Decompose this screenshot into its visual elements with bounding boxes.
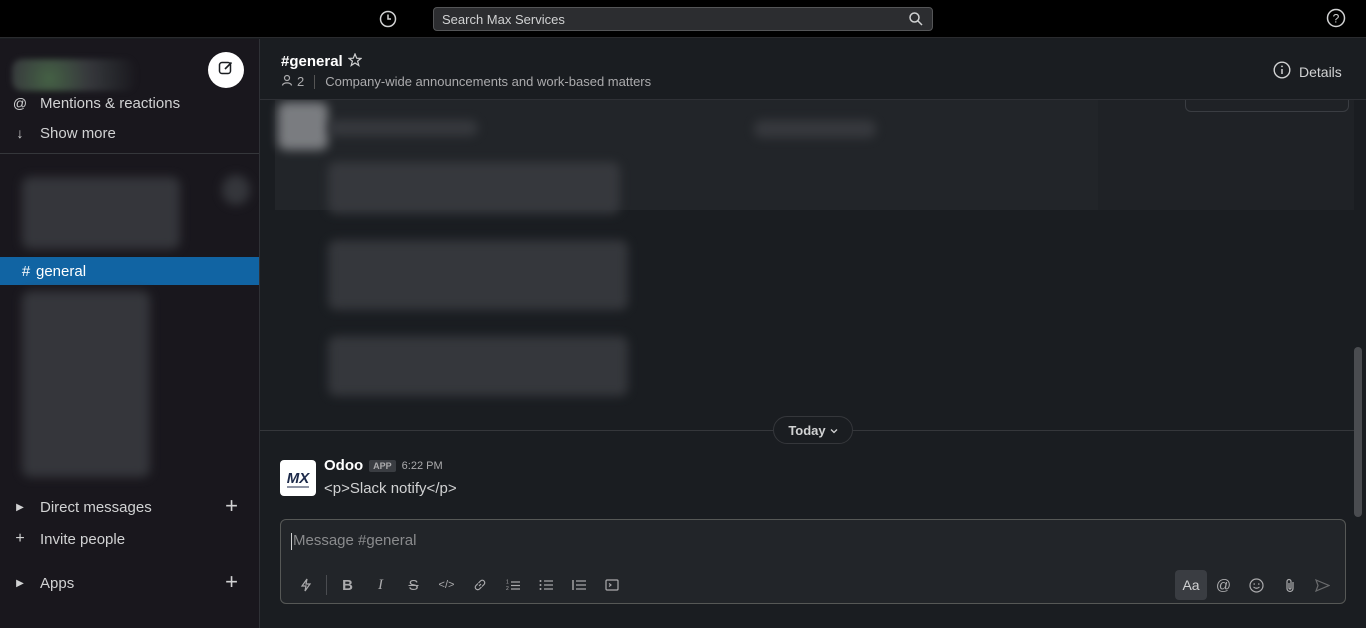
details-button[interactable]: Details (1273, 61, 1342, 82)
avatar-logo-text: MX (287, 470, 310, 487)
history-icon[interactable] (377, 8, 399, 30)
toolbar-separator (326, 575, 327, 595)
sender-name[interactable]: Odoo (324, 457, 363, 474)
details-label: Details (1299, 63, 1342, 80)
caret-right-icon: ▶ (16, 577, 24, 589)
sidebar-item-show-more[interactable]: ↓ Show more (0, 119, 259, 147)
sidebar-divider (0, 153, 259, 154)
section-label: Apps (40, 574, 75, 592)
date-label: Today (788, 422, 826, 438)
text-cursor (291, 532, 292, 550)
sidebar-invite-people[interactable]: + Invite people (0, 525, 259, 553)
channel-hash-icon: # (21, 262, 31, 280)
mention-icon[interactable]: @ (1207, 570, 1240, 600)
section-label: Direct messages (40, 498, 152, 516)
arrow-down-icon: ↓ (16, 125, 24, 141)
message-item[interactable]: MX Odoo APP 6:22 PM <p>Slack notify</p> (280, 457, 1340, 501)
caret-right-icon: ▶ (16, 501, 24, 513)
redacted-avatar (278, 102, 328, 150)
history-side-area (1098, 100, 1354, 210)
info-icon (1273, 61, 1291, 82)
sidebar-section-apps[interactable]: ▶ Apps + (0, 569, 259, 597)
redacted-channels (22, 177, 180, 249)
star-icon[interactable] (347, 52, 363, 72)
message-composer[interactable]: Message #general B I S </> 12 Aa @ (280, 519, 1346, 604)
shortcuts-icon[interactable] (289, 570, 322, 600)
composer-actions: Aa @ (1175, 570, 1339, 600)
meta-separator (314, 74, 316, 89)
message-history-redacted (260, 100, 1354, 430)
redacted-text (754, 120, 876, 138)
sidebar: @ Mentions & reactions ↓ Show more # gen… (0, 39, 260, 628)
message-body: <p>Slack notify</p> (324, 480, 457, 497)
bulleted-list-icon[interactable] (529, 570, 562, 600)
strikethrough-icon[interactable]: S (397, 570, 430, 600)
app-badge: APP (369, 459, 396, 472)
svg-text:2: 2 (506, 586, 509, 591)
help-icon[interactable]: ? (1326, 8, 1348, 30)
channel-topic[interactable]: Company-wide announcements and work-base… (325, 74, 651, 89)
channel-label: general (36, 262, 87, 280)
redacted-text (328, 336, 628, 396)
bold-icon[interactable]: B (331, 570, 364, 600)
members-icon[interactable] (281, 74, 293, 89)
date-divider-today[interactable]: Today (773, 416, 853, 444)
history-card (1185, 100, 1349, 112)
redacted-direct-list (22, 291, 150, 477)
main-pane: #general 2 Company-wide announcements an… (260, 39, 1366, 628)
sidebar-item-label: Mentions & reactions (40, 94, 181, 112)
message-input[interactable]: Message #general (291, 532, 416, 550)
search-bar[interactable]: Search Max Services (433, 7, 933, 31)
scrollbar[interactable] (1354, 347, 1362, 517)
send-icon[interactable] (1306, 570, 1339, 600)
avatar[interactable]: MX (280, 460, 316, 496)
message-header: Odoo APP 6:22 PM (324, 457, 443, 474)
section-label: Invite people (40, 530, 126, 548)
svg-text:1: 1 (506, 580, 509, 586)
plus-icon: + (15, 530, 25, 547)
blockquote-icon[interactable] (562, 570, 595, 600)
member-count[interactable]: 2 (297, 74, 304, 89)
redacted-text (328, 120, 478, 136)
channel-meta: 2 Company-wide announcements and work-ba… (281, 74, 651, 89)
redacted-text (328, 162, 620, 214)
channel-general[interactable]: # general (0, 257, 259, 285)
link-icon[interactable] (463, 570, 496, 600)
channel-header: #general 2 Company-wide announcements an… (260, 39, 1366, 100)
code-icon[interactable]: </> (430, 570, 463, 600)
message-placeholder: Message #general (293, 532, 417, 549)
top-bar: Search Max Services ? (0, 0, 1366, 38)
chevron-down-icon (830, 423, 838, 438)
search-placeholder: Search Max Services (442, 12, 565, 27)
sidebar-item-mentions[interactable]: @ Mentions & reactions (0, 89, 259, 117)
formatting-toggle-button[interactable]: Aa (1175, 570, 1207, 600)
attachment-icon[interactable] (1273, 570, 1306, 600)
channel-title[interactable]: #general (281, 53, 343, 70)
italic-icon[interactable]: I (364, 570, 397, 600)
compose-icon (218, 60, 234, 81)
redacted-icon (222, 175, 250, 205)
add-app-icon[interactable]: + (225, 571, 238, 593)
emoji-icon[interactable] (1240, 570, 1273, 600)
at-icon: @ (12, 95, 28, 111)
formatting-toolbar: B I S </> 12 Aa @ (289, 570, 1339, 600)
search-icon[interactable] (908, 11, 924, 32)
compose-button[interactable] (208, 52, 244, 88)
sidebar-section-direct-messages[interactable]: ▶ Direct messages + (0, 493, 259, 521)
message-timestamp[interactable]: 6:22 PM (402, 460, 443, 472)
sidebar-item-label: Show more (40, 124, 116, 142)
workspace-name-redacted (12, 59, 136, 91)
add-direct-message-icon[interactable]: + (225, 495, 238, 517)
svg-text:?: ? (1333, 12, 1340, 26)
redacted-text (328, 240, 628, 310)
code-block-icon[interactable] (595, 570, 628, 600)
ordered-list-icon[interactable]: 12 (496, 570, 529, 600)
